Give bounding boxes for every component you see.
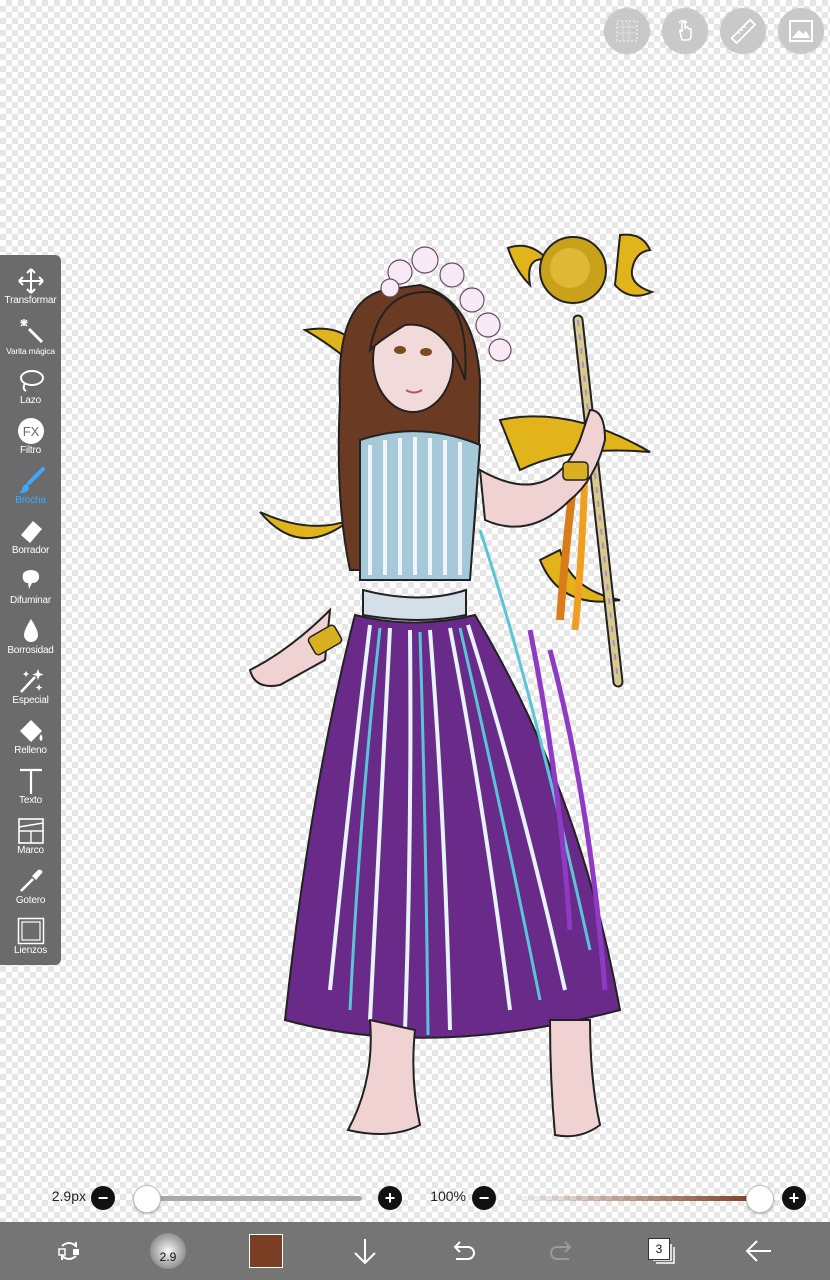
- tool-label: Marco: [17, 845, 44, 856]
- undo-icon: [453, 1241, 475, 1260]
- tool-label: Borrador: [11, 545, 50, 556]
- current-color-swatch: [249, 1234, 283, 1268]
- ruler-icon: [730, 18, 756, 44]
- fx-icon: FX: [17, 418, 44, 444]
- import-button[interactable]: [345, 1231, 385, 1271]
- magic-wand-icon: [19, 319, 43, 344]
- tool-fill[interactable]: Relleno: [0, 713, 61, 763]
- tool-filter[interactable]: FX Filtro: [0, 413, 61, 463]
- tool-label: Relleno: [14, 745, 47, 756]
- brush-size-decrease-button[interactable]: −: [91, 1186, 115, 1210]
- tool-label: Borrosidad: [7, 645, 54, 656]
- move-arrows-icon: [17, 268, 44, 294]
- tool-label: Lazo: [20, 395, 41, 406]
- color-button[interactable]: [246, 1231, 286, 1271]
- swap-arrows-icon: [58, 1242, 79, 1260]
- minus-icon: −: [97, 1188, 109, 1208]
- ruler-button[interactable]: [720, 8, 766, 54]
- sparkle-icon: [19, 669, 43, 693]
- tool-eraser[interactable]: Borrador: [0, 513, 61, 563]
- layer-count-badge[interactable]: 3: [648, 1238, 670, 1260]
- brush-icon: [18, 467, 45, 494]
- brush-size-increase-button[interactable]: +: [378, 1186, 402, 1210]
- slider-row: 2.9px − + 100% − +: [0, 1180, 830, 1216]
- tool-label: Brocha: [15, 495, 46, 506]
- lasso-icon: [19, 370, 44, 392]
- tool-canvas[interactable]: Lienzos: [0, 913, 61, 963]
- redo-button[interactable]: [542, 1231, 582, 1271]
- transform-swap-button[interactable]: [49, 1231, 89, 1271]
- brush-preview-size: 2.9: [159, 1250, 177, 1264]
- hand-touch-icon: [678, 19, 692, 41]
- tool-lasso[interactable]: Lazo: [0, 363, 61, 413]
- select-grid-button[interactable]: [604, 8, 650, 54]
- brush-size-slider-track[interactable]: [146, 1196, 362, 1201]
- fill-bucket-icon: [19, 720, 42, 742]
- touch-mode-button[interactable]: [662, 8, 708, 54]
- brush-preview: 2.9: [150, 1233, 186, 1269]
- blur-drop-icon: [23, 619, 38, 642]
- tool-label: Difuminar: [10, 595, 51, 606]
- svg-text:FX: FX: [22, 424, 39, 439]
- tool-label: Texto: [19, 795, 42, 806]
- tool-transform[interactable]: Transformar: [0, 263, 61, 313]
- tool-blur[interactable]: Borrosidad: [0, 613, 61, 663]
- brush-size-value: 2.9px: [51, 1188, 86, 1204]
- tool-label: Filtro: [19, 445, 42, 456]
- tool-magic-wand[interactable]: Varita mágica: [0, 313, 61, 363]
- arrow-down-icon: [354, 1239, 376, 1265]
- eyedropper-icon: [19, 869, 42, 892]
- canvas-icon: [17, 917, 44, 945]
- gallery-button[interactable]: [778, 8, 824, 54]
- frame-icon: [17, 818, 44, 844]
- smudge-icon: [22, 570, 39, 589]
- minus-icon: −: [478, 1188, 490, 1208]
- brush-size-slider-knob[interactable]: [133, 1185, 161, 1213]
- tool-label: Varita mágica: [6, 346, 55, 356]
- tool-text[interactable]: Texto: [0, 763, 61, 813]
- plus-icon: +: [788, 1188, 800, 1208]
- opacity-value: 100%: [430, 1188, 466, 1204]
- brush-settings-button[interactable]: 2.9: [148, 1231, 188, 1271]
- undo-button[interactable]: [443, 1231, 483, 1271]
- tool-brush[interactable]: Brocha: [0, 463, 61, 513]
- eraser-icon: [20, 521, 42, 543]
- text-icon: [19, 768, 42, 794]
- canvas-artwork[interactable]: [230, 230, 670, 1150]
- grid-select-icon: [616, 20, 638, 42]
- tool-frame[interactable]: Marco: [0, 813, 61, 863]
- opacity-decrease-button[interactable]: −: [472, 1186, 496, 1210]
- redo-icon: [550, 1241, 572, 1260]
- tool-label: Lienzos: [13, 945, 48, 956]
- tool-label: Transformar: [4, 295, 57, 306]
- image-icon: [789, 20, 813, 42]
- opacity-slider-track[interactable]: [512, 1196, 758, 1201]
- back-button[interactable]: [739, 1231, 779, 1271]
- opacity-increase-button[interactable]: +: [782, 1186, 806, 1210]
- tool-label: Especial: [12, 695, 49, 706]
- tool-eyedropper[interactable]: Gotero: [0, 863, 61, 913]
- tool-special[interactable]: Especial: [0, 663, 61, 713]
- bottom-toolbar: 2.9: [0, 1222, 830, 1280]
- tool-smudge[interactable]: Difuminar: [0, 563, 61, 613]
- tool-palette: Transformar Varita mágica Lazo FX Filtro…: [0, 255, 61, 965]
- tool-label: Gotero: [15, 895, 46, 906]
- opacity-slider-knob[interactable]: [746, 1185, 774, 1213]
- plus-icon: +: [384, 1188, 396, 1208]
- arrow-left-icon: [745, 1240, 771, 1262]
